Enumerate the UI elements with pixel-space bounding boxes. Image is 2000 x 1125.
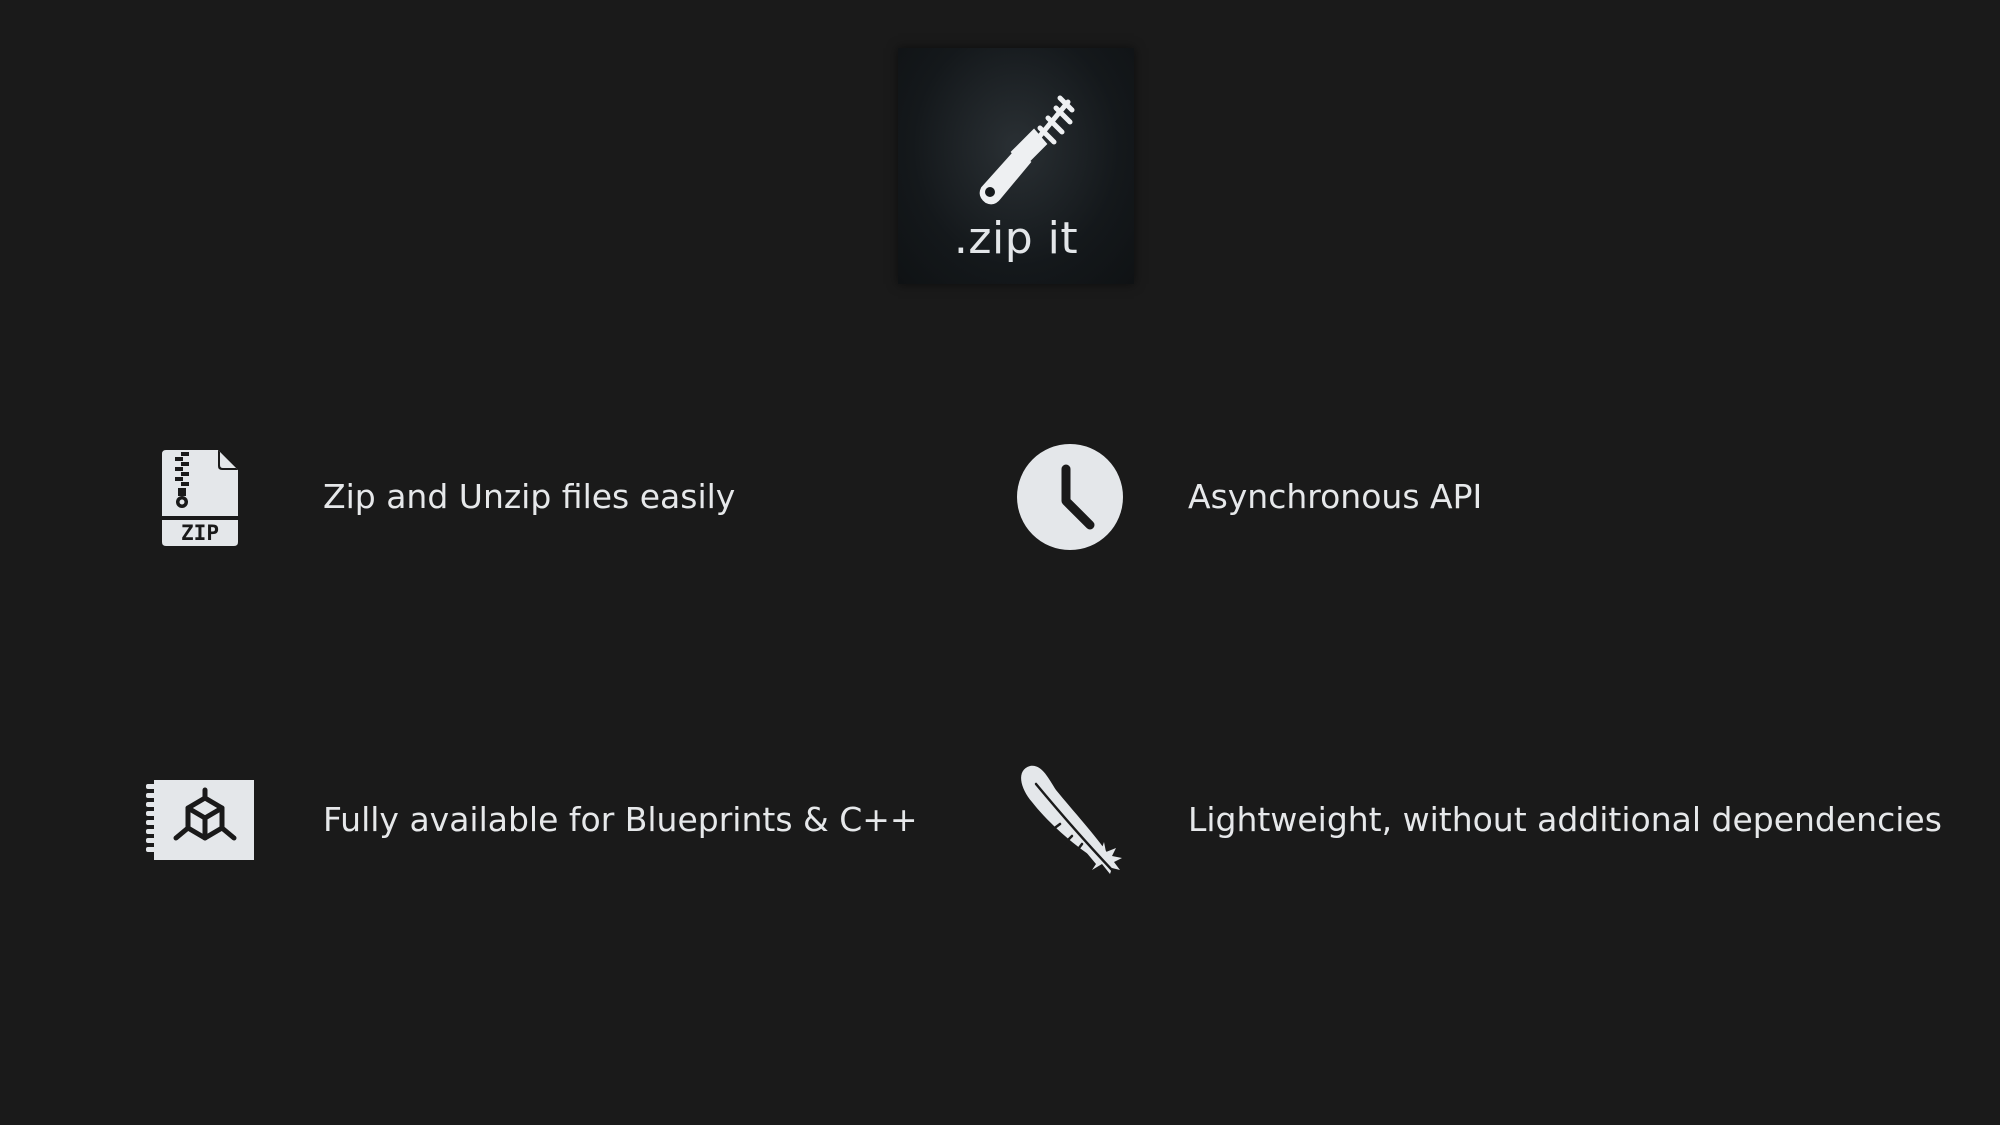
blueprint-icon bbox=[146, 780, 254, 860]
feature-label-blueprints: Fully available for Blueprints & C++ bbox=[323, 800, 918, 839]
clock-icon bbox=[1017, 444, 1123, 550]
feather-icon bbox=[1021, 765, 1122, 874]
feature-label-zip: Zip and Unzip files easily bbox=[323, 477, 736, 516]
feature-label-async: Asynchronous API bbox=[1188, 477, 1483, 516]
feature-label-lightweight: Lightweight, without additional dependen… bbox=[1188, 800, 1942, 839]
zipper-pull-icon bbox=[979, 95, 1075, 205]
zip-file-icon: ZIP bbox=[162, 450, 238, 546]
svg-text:ZIP: ZIP bbox=[181, 521, 219, 545]
app-logo: .zip it bbox=[898, 48, 1134, 284]
app-name: .zip it bbox=[953, 213, 1079, 264]
